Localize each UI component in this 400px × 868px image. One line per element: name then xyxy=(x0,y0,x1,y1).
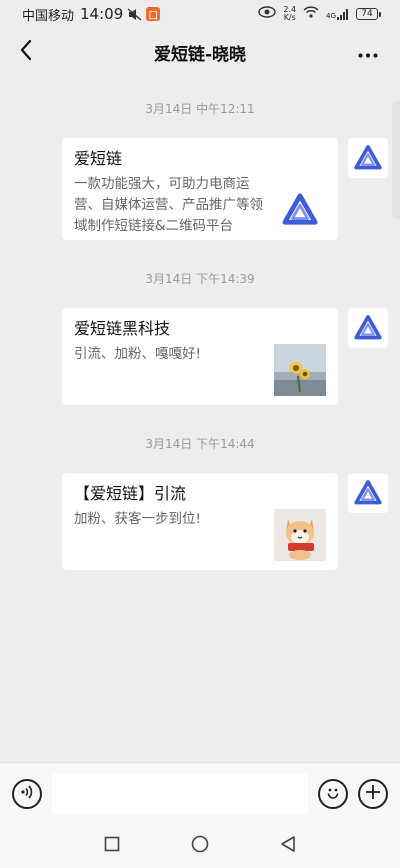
chat-title: 爱短链-晓晓 xyxy=(153,44,247,65)
app-notification-icon: 口 xyxy=(146,7,161,22)
status-right: 2.4 K/s 4G 74 xyxy=(258,6,381,22)
link-card-message[interactable]: 【爱短链】引流 加粉、获客一步到位! xyxy=(62,473,338,570)
shiba-sticker-icon xyxy=(274,509,326,561)
clock-time: 14:09 xyxy=(80,5,124,23)
card-title: 爱短链黑科技 xyxy=(74,319,171,338)
recent-apps-icon xyxy=(104,836,120,856)
sunflower-photo-icon xyxy=(274,344,326,396)
back-button[interactable] xyxy=(10,36,42,68)
scroll-handle[interactable] xyxy=(392,100,400,220)
back-triangle-icon xyxy=(280,835,296,857)
home-button[interactable] xyxy=(185,831,215,861)
wifi-icon xyxy=(303,6,319,22)
message-timestamp: 3月14日 中午12:11 xyxy=(145,102,255,116)
battery-icon: 74 xyxy=(356,8,381,20)
voice-icon xyxy=(19,784,35,804)
brand-avatar-icon xyxy=(354,315,382,340)
card-body: 一款功能强大，可助力电商运营、自媒体运营、产品推广等领域制作短链接&二维码平台 xyxy=(74,174,326,237)
voice-input-button[interactable] xyxy=(12,778,42,809)
message-text-input[interactable] xyxy=(52,773,308,814)
network-speed-unit: K/s xyxy=(283,13,296,22)
sender-avatar[interactable] xyxy=(348,308,388,348)
more-options-button[interactable] xyxy=(352,36,384,68)
sender-avatar[interactable] xyxy=(348,473,388,513)
system-navigation-bar xyxy=(0,824,400,868)
muted-icon xyxy=(127,7,142,21)
brand-avatar-icon xyxy=(354,145,382,170)
signal-label: 4G xyxy=(326,11,336,20)
link-card-message[interactable]: 爱短链 一款功能强大，可助力电商运营、自媒体运营、产品推广等领域制作短链接&二维… xyxy=(62,138,338,240)
emoji-button[interactable] xyxy=(318,778,348,809)
system-back-button[interactable] xyxy=(273,831,303,861)
message-input-bar xyxy=(0,762,400,824)
status-left: 中国移动 14:09 口 xyxy=(22,5,161,24)
plus-icon xyxy=(365,784,381,804)
brand-avatar-icon xyxy=(354,480,382,505)
sender-avatar[interactable] xyxy=(348,138,388,178)
card-body: 加粉、获客一步到位! xyxy=(74,509,326,561)
signal-icon: 4G xyxy=(326,8,349,20)
brand-logo-icon xyxy=(282,193,318,225)
link-card-message[interactable]: 爱短链黑科技 引流、加粉、嘎嘎好! xyxy=(62,308,338,405)
card-title: 爱短链 xyxy=(74,149,123,168)
more-dots-icon xyxy=(358,43,378,62)
message-timestamp: 3月14日 下午14:44 xyxy=(145,437,255,451)
card-body: 引流、加粉、嘎嘎好! xyxy=(74,344,326,396)
network-speed: 2.4 K/s xyxy=(283,6,296,22)
chevron-left-icon xyxy=(19,39,33,65)
status-bar: 中国移动 14:09 口 2.4 K/s 4G 74 xyxy=(0,0,400,28)
chat-header: 爱短链-晓晓 xyxy=(0,28,400,76)
recent-apps-button[interactable] xyxy=(97,831,127,861)
shiba-sticker-thumbnail xyxy=(274,509,326,561)
sunflower-photo-thumbnail xyxy=(274,344,326,396)
more-functions-button[interactable] xyxy=(358,778,388,809)
emoji-icon xyxy=(324,783,342,805)
message-timestamp: 3月14日 下午14:39 xyxy=(145,272,255,286)
chat-messages[interactable]: 3月14日 中午12:11 爱短链 一款功能强大，可助力电商运营、自媒体运营、产… xyxy=(0,76,400,762)
eye-icon xyxy=(258,6,277,22)
card-title: 【爱短链】引流 xyxy=(74,484,187,503)
carrier-name: 中国移动 xyxy=(22,8,75,24)
battery-level: 74 xyxy=(361,9,373,19)
home-icon xyxy=(191,835,209,857)
brand-logo-thumbnail xyxy=(274,184,326,236)
